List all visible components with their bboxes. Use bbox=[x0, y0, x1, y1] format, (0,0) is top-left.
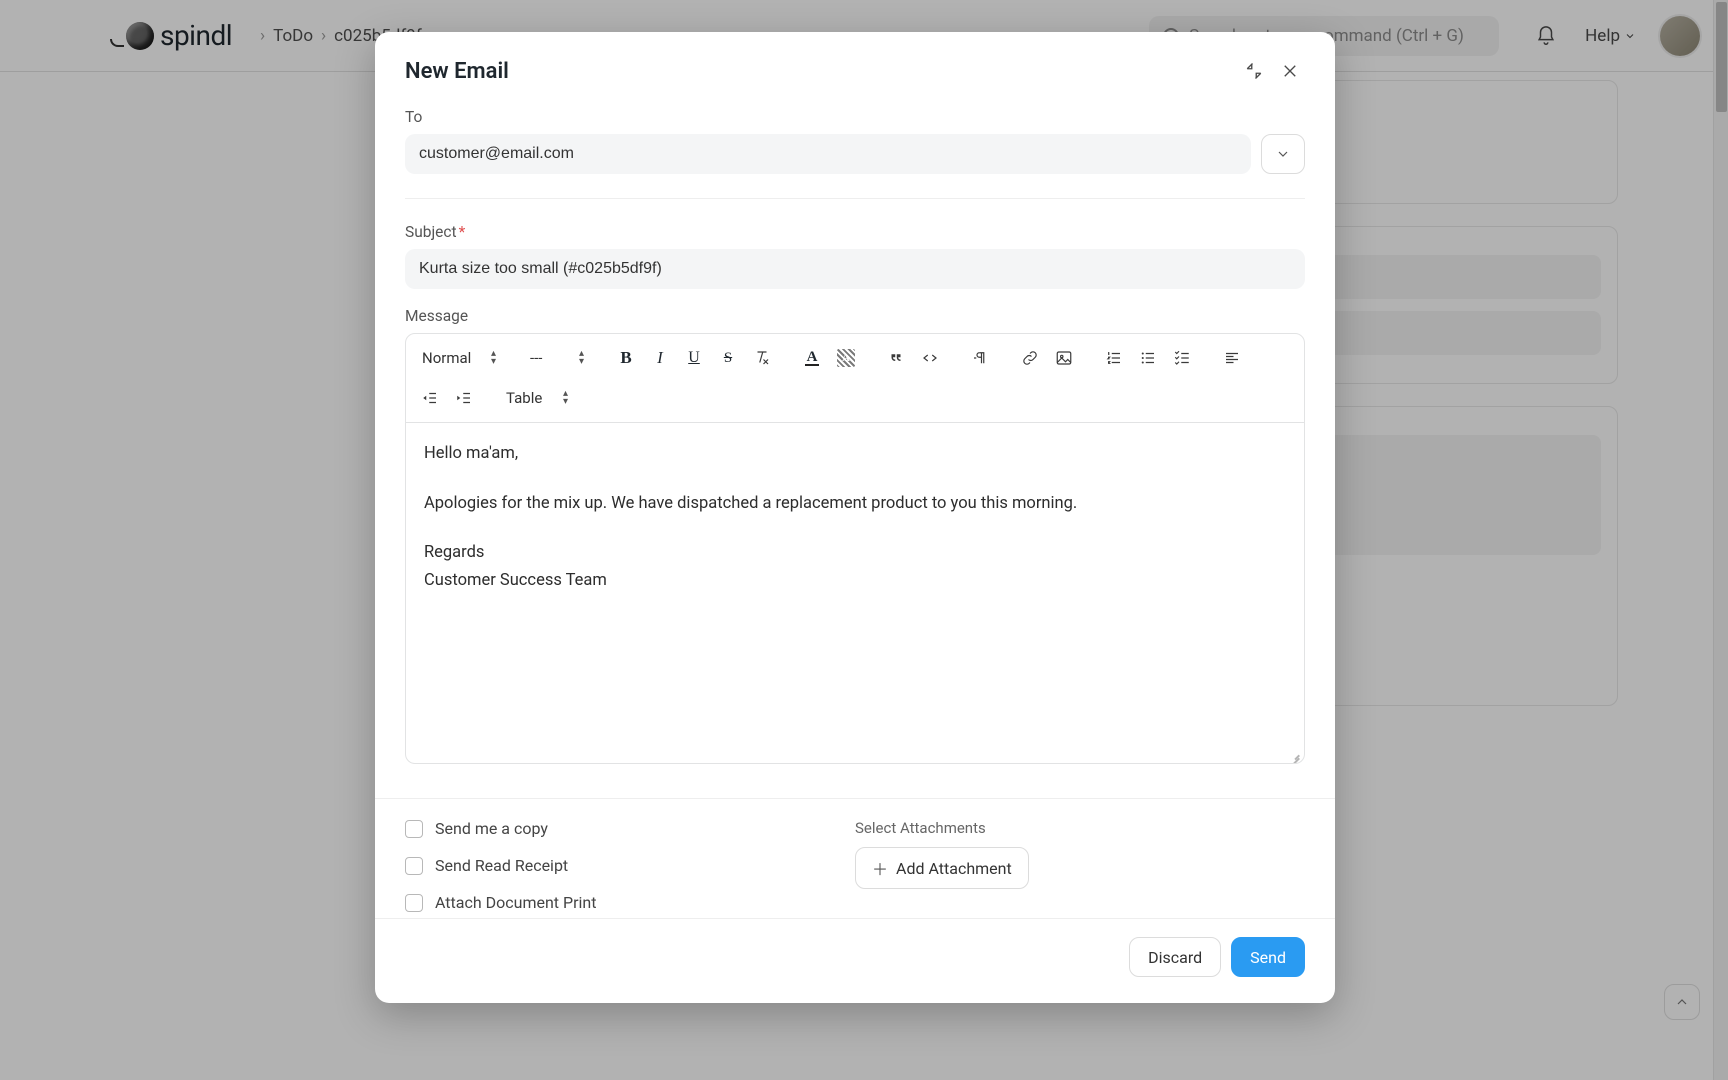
modal-header: New Email bbox=[375, 32, 1335, 108]
modal-title: New Email bbox=[405, 59, 509, 84]
code-button[interactable] bbox=[914, 342, 946, 374]
editor-body[interactable]: Hello ma'am, Apologies for the mix up. W… bbox=[406, 423, 1304, 763]
size-select[interactable]: --- ▴▾ bbox=[522, 342, 592, 374]
modal-options: Send me a copy Send Read Receipt Attach … bbox=[375, 798, 1335, 918]
format-select-value: Normal bbox=[422, 349, 471, 367]
size-select-value: --- bbox=[530, 349, 542, 367]
body-line: Regards bbox=[424, 540, 1286, 566]
highlight-button[interactable] bbox=[830, 342, 862, 374]
bullet-list-button[interactable] bbox=[1132, 342, 1164, 374]
collapse-icon bbox=[1245, 62, 1263, 80]
table-select[interactable]: Table ▴▾ bbox=[498, 382, 576, 414]
attachments-label: Select Attachments bbox=[855, 819, 1305, 837]
attach-print-checkbox[interactable]: Attach Document Print bbox=[405, 893, 855, 912]
ordered-list-icon bbox=[1105, 349, 1123, 367]
format-select[interactable]: Normal ▴▾ bbox=[414, 342, 504, 374]
read-receipt-checkbox[interactable]: Send Read Receipt bbox=[405, 856, 855, 875]
read-receipt-label: Send Read Receipt bbox=[435, 856, 568, 875]
image-icon bbox=[1055, 349, 1073, 367]
subject-label: Subject* bbox=[405, 223, 1305, 241]
editor-toolbar: Normal ▴▾ --- ▴▾ B I U S A bbox=[406, 334, 1304, 423]
quote-button[interactable] bbox=[880, 342, 912, 374]
clear-format-button[interactable] bbox=[746, 342, 778, 374]
attach-print-label: Attach Document Print bbox=[435, 893, 596, 912]
body-line: Hello ma'am, bbox=[424, 441, 1286, 467]
rich-text-editor: Normal ▴▾ --- ▴▾ B I U S A bbox=[405, 333, 1305, 764]
check-list-icon bbox=[1173, 349, 1191, 367]
font-color-button[interactable]: A bbox=[796, 342, 828, 374]
updown-icon: ▴▾ bbox=[491, 350, 496, 366]
send-copy-checkbox[interactable]: Send me a copy bbox=[405, 819, 855, 838]
subject-input[interactable] bbox=[405, 249, 1305, 289]
underline-button[interactable]: U bbox=[678, 342, 710, 374]
align-button[interactable] bbox=[1216, 342, 1248, 374]
discard-label: Discard bbox=[1148, 948, 1202, 967]
highlight-icon bbox=[837, 349, 855, 367]
to-expand-button[interactable] bbox=[1261, 134, 1305, 174]
modal-footer: Discard Send bbox=[375, 918, 1335, 1003]
add-attachment-label: Add Attachment bbox=[896, 859, 1012, 878]
link-button[interactable] bbox=[1014, 342, 1046, 374]
strike-button[interactable]: S bbox=[712, 342, 744, 374]
updown-icon: ▴▾ bbox=[563, 390, 568, 406]
discard-button[interactable]: Discard bbox=[1129, 937, 1221, 977]
code-icon bbox=[921, 349, 939, 367]
checkbox-icon bbox=[405, 820, 423, 838]
table-select-value: Table bbox=[506, 389, 542, 407]
image-button[interactable] bbox=[1048, 342, 1080, 374]
body-line: Apologies for the mix up. We have dispat… bbox=[424, 491, 1286, 517]
align-left-icon bbox=[1223, 349, 1241, 367]
link-icon bbox=[1021, 349, 1039, 367]
ordered-list-button[interactable] bbox=[1098, 342, 1130, 374]
bullet-list-icon bbox=[1139, 349, 1157, 367]
plus-icon: ＋ bbox=[872, 856, 888, 880]
body-line: Customer Success Team bbox=[424, 568, 1286, 594]
font-color-icon: A bbox=[805, 350, 820, 366]
close-icon bbox=[1281, 62, 1299, 80]
italic-button[interactable]: I bbox=[644, 342, 676, 374]
quote-icon bbox=[887, 349, 905, 367]
collapse-button[interactable] bbox=[1239, 56, 1269, 86]
bold-button[interactable]: B bbox=[610, 342, 642, 374]
close-button[interactable] bbox=[1275, 56, 1305, 86]
new-email-modal: New Email To Subject* Message Normal ▴▾ bbox=[375, 32, 1335, 1003]
to-label: To bbox=[405, 108, 1305, 126]
clear-format-icon bbox=[753, 349, 771, 367]
to-input[interactable] bbox=[405, 134, 1251, 174]
direction-icon bbox=[971, 349, 989, 367]
indent-icon bbox=[455, 389, 473, 407]
message-label: Message bbox=[405, 307, 1305, 325]
send-copy-label: Send me a copy bbox=[435, 819, 548, 838]
send-label: Send bbox=[1250, 948, 1286, 967]
direction-button[interactable] bbox=[964, 342, 996, 374]
checkbox-icon bbox=[405, 857, 423, 875]
send-button[interactable]: Send bbox=[1231, 937, 1305, 977]
add-attachment-button[interactable]: ＋ Add Attachment bbox=[855, 847, 1029, 889]
outdent-button[interactable] bbox=[414, 382, 446, 414]
check-list-button[interactable] bbox=[1166, 342, 1198, 374]
chevron-down-icon bbox=[1275, 146, 1291, 162]
checkbox-icon bbox=[405, 894, 423, 912]
updown-icon: ▴▾ bbox=[579, 350, 584, 366]
outdent-icon bbox=[421, 389, 439, 407]
indent-button[interactable] bbox=[448, 382, 480, 414]
resize-handle[interactable] bbox=[1288, 747, 1300, 759]
